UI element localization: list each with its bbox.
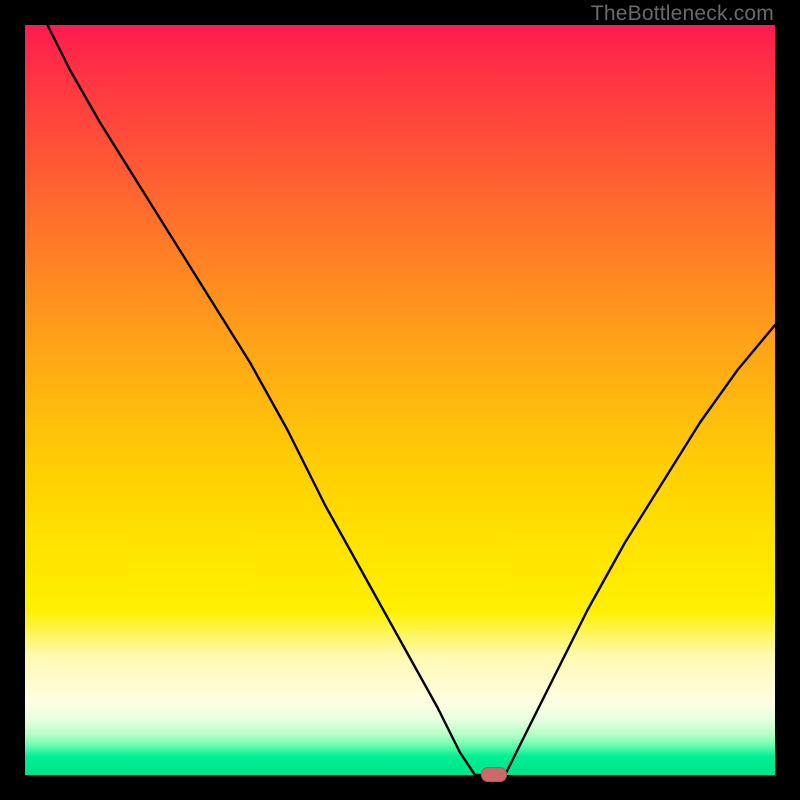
watermark-text: TheBottleneck.com [591,2,774,26]
optimal-point-marker [481,767,507,782]
bottleneck-curve [25,25,775,775]
